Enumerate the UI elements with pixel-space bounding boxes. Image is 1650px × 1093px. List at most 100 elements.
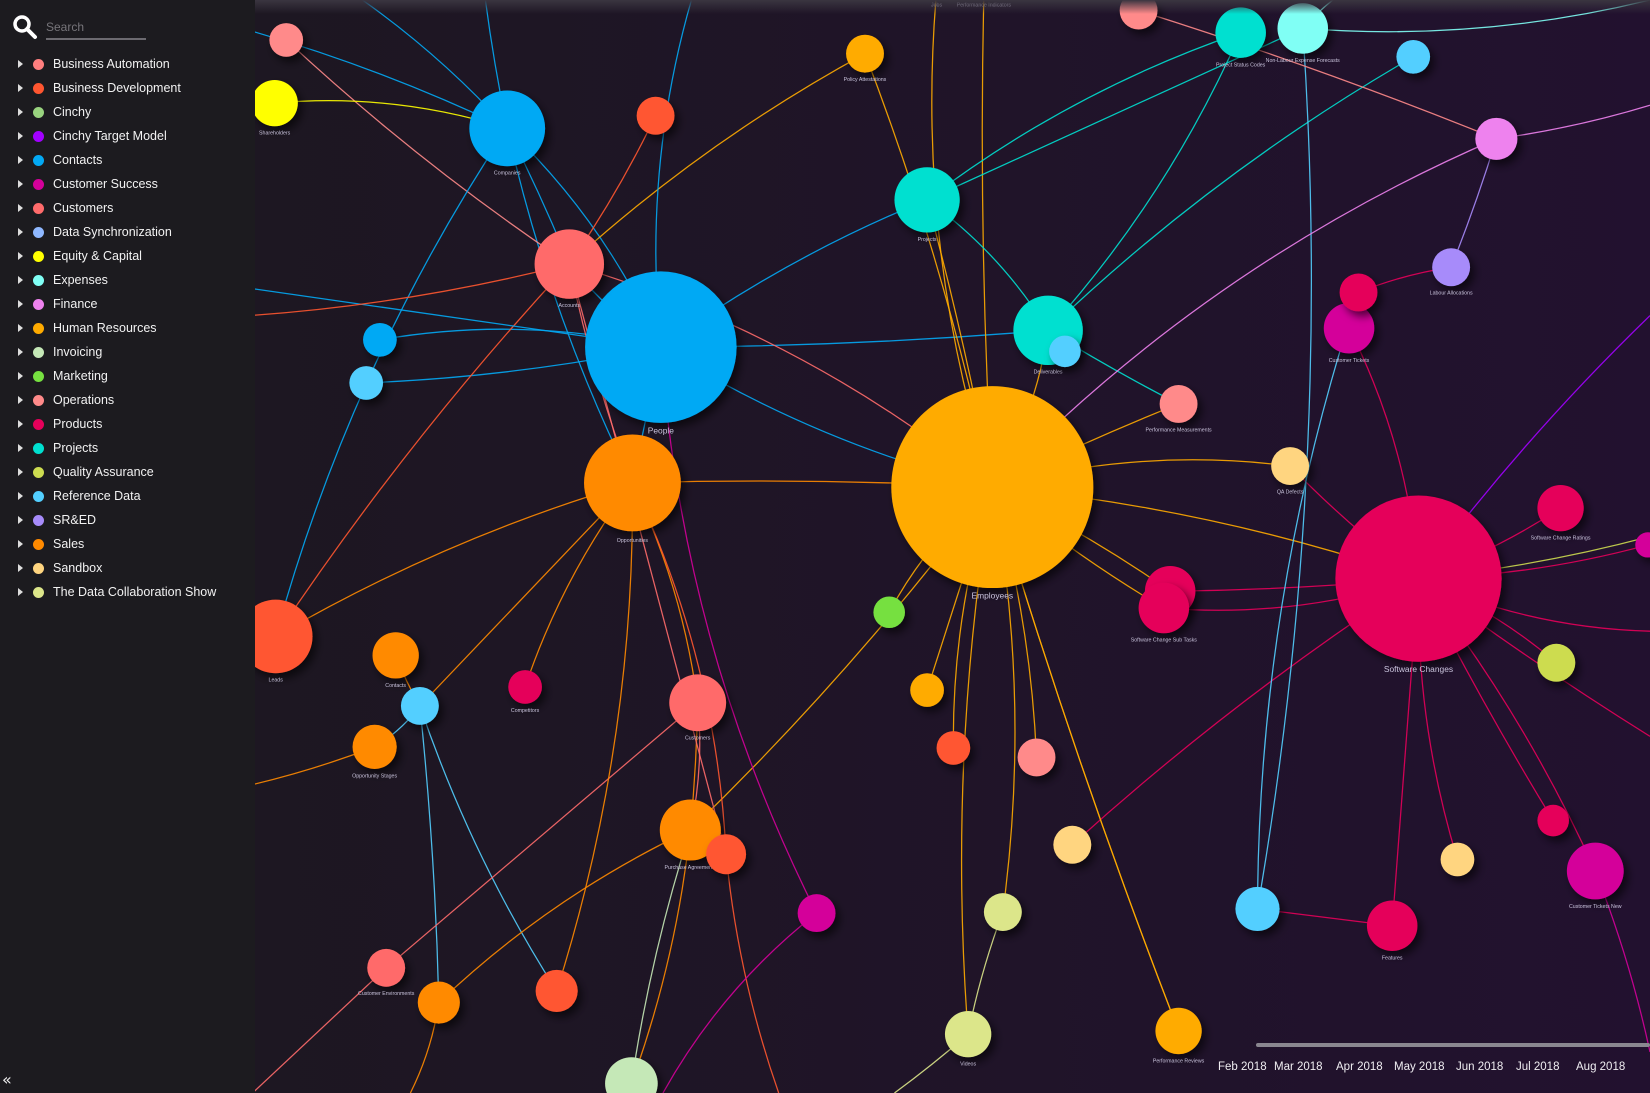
sidebar-item-the-data-collaboration-show[interactable]: The Data Collaboration Show — [14, 580, 216, 604]
graph-node-circle[interactable] — [251, 79, 298, 127]
graph-node[interactable] — [706, 834, 747, 875]
caret-right-icon[interactable] — [18, 324, 23, 332]
sidebar-item-cinchy[interactable]: Cinchy — [14, 100, 216, 124]
graph-node[interactable] — [1049, 335, 1081, 368]
caret-right-icon[interactable] — [18, 540, 23, 548]
graph-node-circle[interactable] — [936, 731, 971, 765]
caret-right-icon[interactable] — [18, 492, 23, 500]
graph-node[interactable] — [1475, 117, 1518, 160]
graph-node-circle[interactable] — [1323, 302, 1375, 354]
graph-node-circle[interactable] — [944, 1010, 992, 1058]
caret-right-icon[interactable] — [18, 396, 23, 404]
caret-right-icon[interactable] — [18, 84, 23, 92]
sidebar-item-expenses[interactable]: Expenses — [14, 268, 216, 292]
graph-node[interactable] — [1440, 842, 1475, 877]
graph-node-circle[interactable] — [873, 596, 905, 629]
caret-right-icon[interactable] — [18, 156, 23, 164]
sidebar-item-reference-data[interactable]: Reference Data — [14, 484, 216, 508]
graph-node[interactable] — [1017, 738, 1056, 777]
sidebar-item-business-automation[interactable]: Business Automation — [14, 52, 216, 76]
caret-right-icon[interactable] — [18, 300, 23, 308]
graph-node-circle[interactable] — [469, 90, 546, 167]
caret-right-icon[interactable] — [18, 228, 23, 236]
sidebar-item-human-resources[interactable]: Human Resources — [14, 316, 216, 340]
graph-node-circle[interactable] — [1235, 886, 1280, 931]
graph-node-circle[interactable] — [1017, 738, 1056, 777]
graph-node-circle[interactable] — [1432, 248, 1471, 287]
graph-node[interactable] — [400, 686, 439, 725]
search-input[interactable] — [46, 18, 146, 40]
graph-node-circle[interactable] — [1159, 385, 1198, 423]
graph-node-circle[interactable] — [983, 893, 1022, 931]
graph-node-circle[interactable] — [1339, 273, 1378, 312]
caret-right-icon[interactable] — [18, 132, 23, 140]
graph-node-circle[interactable] — [1215, 7, 1266, 58]
graph-node[interactable]: Competitors — [508, 670, 542, 714]
graph-node-circle[interactable] — [367, 948, 406, 987]
sidebar-item-equity-capital[interactable]: Equity & Capital — [14, 244, 216, 268]
graph-node-circle[interactable] — [1537, 484, 1584, 532]
sidebar-item-contacts[interactable]: Contacts — [14, 148, 216, 172]
caret-right-icon[interactable] — [18, 108, 23, 116]
graph-node-circle[interactable] — [1440, 842, 1475, 877]
graph-node-circle[interactable] — [1396, 39, 1431, 74]
graph-node-circle[interactable] — [363, 322, 397, 357]
graph-node-circle[interactable] — [636, 96, 675, 135]
graph-node-circle[interactable] — [1566, 842, 1624, 900]
sidebar-item-sandbox[interactable]: Sandbox — [14, 556, 216, 580]
graph-node[interactable] — [535, 969, 578, 1012]
caret-right-icon[interactable] — [18, 252, 23, 260]
sidebar-item-products[interactable]: Products — [14, 412, 216, 436]
sidebar-item-quality-assurance[interactable]: Quality Assurance — [14, 460, 216, 484]
graph-node-circle[interactable] — [1053, 825, 1092, 864]
graph-node[interactable] — [1339, 273, 1378, 312]
graph-node-circle[interactable] — [1537, 804, 1569, 837]
caret-right-icon[interactable] — [18, 372, 23, 380]
graph-node[interactable] — [1537, 804, 1569, 837]
graph-node-circle[interactable] — [1155, 1007, 1202, 1055]
graph-node-circle[interactable] — [1335, 495, 1502, 662]
graph-node-circle[interactable] — [1271, 447, 1310, 485]
graph-node-circle[interactable] — [349, 366, 384, 400]
graph-node-circle[interactable] — [400, 686, 439, 725]
graph-node-circle[interactable] — [535, 969, 578, 1012]
graph-node-circle[interactable] — [1537, 643, 1576, 682]
caret-right-icon[interactable] — [18, 468, 23, 476]
graph-node-circle[interactable] — [372, 632, 419, 679]
graph-node-circle[interactable] — [894, 167, 960, 233]
sidebar-item-operations[interactable]: Operations — [14, 388, 216, 412]
caret-right-icon[interactable] — [18, 60, 23, 68]
caret-right-icon[interactable] — [18, 564, 23, 572]
graph-node-circle[interactable] — [669, 674, 727, 732]
caret-right-icon[interactable] — [18, 276, 23, 284]
graph-node-circle[interactable] — [508, 670, 542, 704]
caret-right-icon[interactable] — [18, 348, 23, 356]
sidebar-item-cinchy-target-model[interactable]: Cinchy Target Model — [14, 124, 216, 148]
graph-node-circle[interactable] — [1138, 582, 1190, 634]
graph-node[interactable] — [1053, 825, 1092, 864]
graph-node-circle[interactable] — [1475, 117, 1518, 160]
caret-right-icon[interactable] — [18, 180, 23, 188]
timeline-slider[interactable] — [1256, 1043, 1650, 1047]
graph-node[interactable] — [910, 673, 944, 707]
graph-node[interactable] — [983, 893, 1022, 931]
graph-node[interactable] — [636, 96, 675, 135]
double-chevron-left-icon[interactable]: « — [2, 1070, 12, 1089]
graph-node[interactable] — [363, 322, 397, 357]
graph-node-circle[interactable] — [706, 834, 747, 875]
sidebar-item-projects[interactable]: Projects — [14, 436, 216, 460]
caret-right-icon[interactable] — [18, 588, 23, 596]
graph-node-circle[interactable] — [1366, 900, 1418, 951]
graph-node-circle[interactable] — [891, 386, 1094, 589]
graph-node[interactable] — [797, 894, 836, 933]
sidebar-item-customer-success[interactable]: Customer Success — [14, 172, 216, 196]
graph-node[interactable] — [873, 596, 905, 629]
caret-right-icon[interactable] — [18, 516, 23, 524]
graph-node-circle[interactable] — [846, 34, 884, 73]
graph-node[interactable] — [417, 981, 460, 1024]
graph-node[interactable] — [1537, 643, 1576, 682]
graph-node-circle[interactable] — [269, 23, 304, 57]
graph-node-circle[interactable] — [584, 434, 681, 532]
graph-node-circle[interactable] — [352, 724, 397, 769]
caret-right-icon[interactable] — [18, 420, 23, 428]
